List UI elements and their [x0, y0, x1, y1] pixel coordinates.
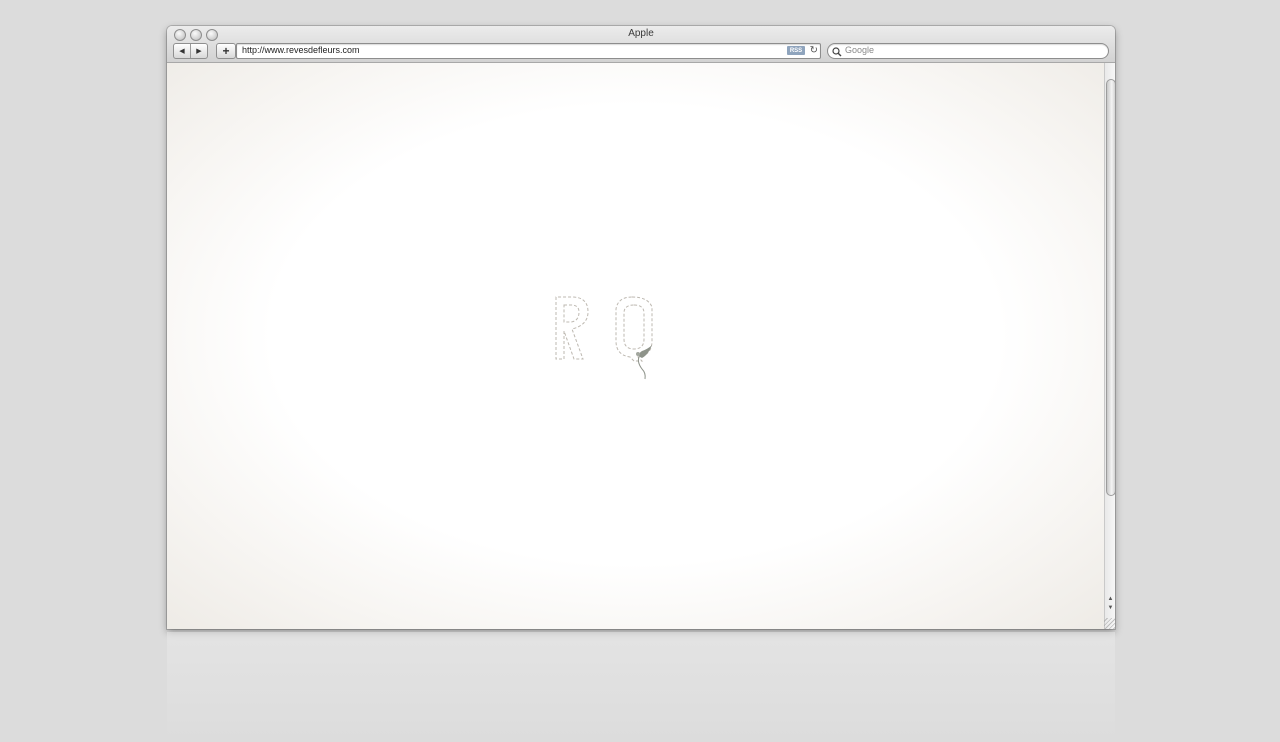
- url-text[interactable]: http://www.revesdefleurs.com: [242, 45, 360, 55]
- forward-arrow-icon: ▶: [196, 48, 202, 55]
- scroll-down-arrow-icon[interactable]: ▼: [1106, 604, 1115, 612]
- window-title: Apple: [628, 28, 654, 39]
- add-bookmark-button[interactable]: +: [216, 43, 236, 59]
- vertical-scrollbar[interactable]: ▲ ▼: [1104, 63, 1115, 629]
- browser-window: Apple ◀ ▶ + http://www.revesdefleurs.com…: [167, 26, 1115, 629]
- plus-icon: +: [222, 44, 230, 58]
- back-arrow-icon: ◀: [179, 48, 185, 55]
- address-bar[interactable]: http://www.revesdefleurs.com RSS ↻: [236, 43, 821, 59]
- window-reflection: [167, 632, 1115, 742]
- title-bar: Apple ◀ ▶ + http://www.revesdefleurs.com…: [167, 26, 1115, 63]
- scroll-up-arrow-icon[interactable]: ▲: [1106, 595, 1115, 603]
- page-content: RQ: [167, 63, 1104, 629]
- search-icon: [832, 44, 843, 58]
- search-placeholder[interactable]: Google: [845, 45, 874, 55]
- search-field[interactable]: Google: [827, 43, 1109, 59]
- scroll-thumb[interactable]: [1106, 79, 1115, 496]
- reload-icon[interactable]: ↻: [810, 44, 818, 58]
- resize-handle-icon[interactable]: [1104, 618, 1115, 629]
- rss-badge[interactable]: RSS: [787, 46, 805, 55]
- stitched-monogram-logo[interactable]: RQ: [552, 295, 682, 395]
- nav-buttons: ◀ ▶: [173, 43, 208, 59]
- back-button[interactable]: ◀: [174, 44, 190, 58]
- forward-button[interactable]: ▶: [190, 44, 207, 58]
